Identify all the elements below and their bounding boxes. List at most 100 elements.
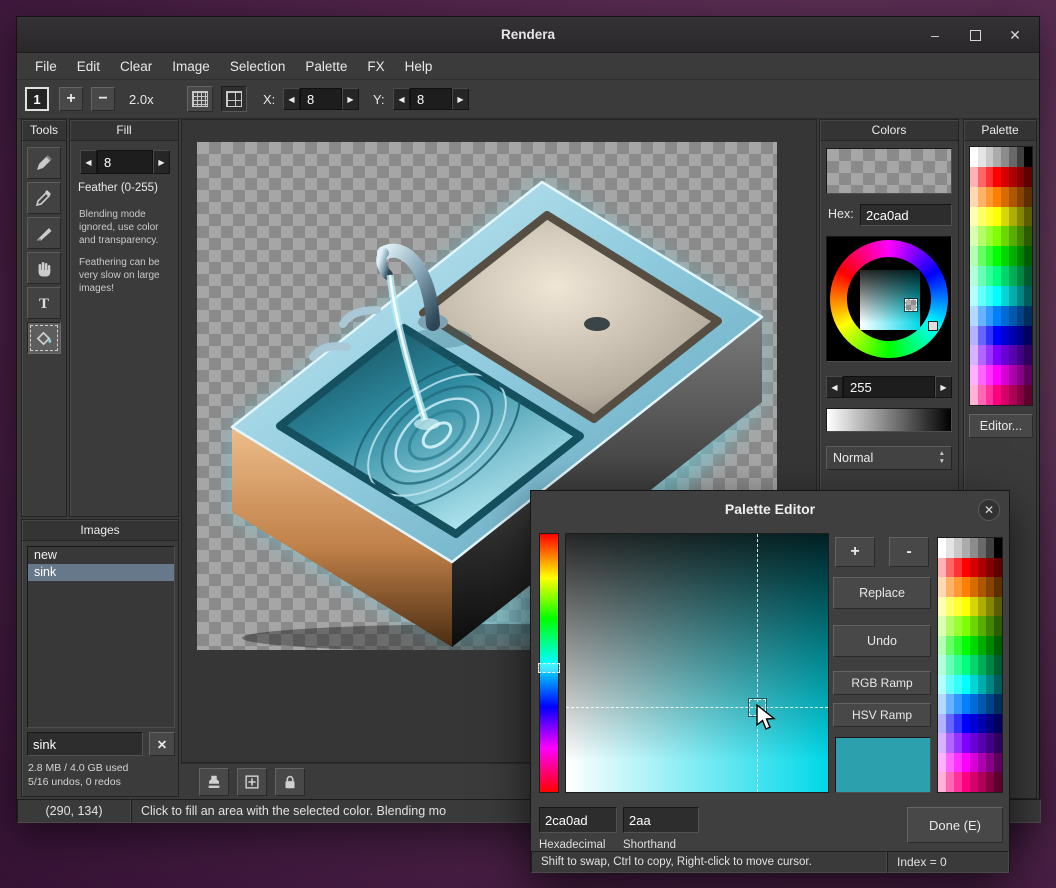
palette-swatch[interactable] xyxy=(970,675,978,695)
palette-swatch[interactable] xyxy=(993,385,1001,405)
palette-swatch[interactable] xyxy=(970,226,978,246)
palette-swatch[interactable] xyxy=(1001,187,1009,207)
palette-add-button[interactable]: + xyxy=(835,537,875,567)
palette-swatch[interactable] xyxy=(946,694,954,714)
palette-swatch[interactable] xyxy=(986,733,994,753)
palette-swatch[interactable] xyxy=(1024,147,1032,167)
palette-swatch[interactable] xyxy=(1001,306,1009,326)
palette-swatch[interactable] xyxy=(994,772,1002,792)
palette-swatch[interactable] xyxy=(938,558,946,578)
grid-y-decrement-button[interactable]: ◀ xyxy=(393,88,410,110)
palette-swatch[interactable] xyxy=(938,577,946,597)
palette-swatch[interactable] xyxy=(993,226,1001,246)
palette-grid[interactable] xyxy=(969,146,1033,406)
palette-swatch[interactable] xyxy=(1009,365,1017,385)
palette-swatch[interactable] xyxy=(986,577,994,597)
titlebar[interactable]: Rendera – ✕ xyxy=(17,17,1039,53)
palette-swatch[interactable] xyxy=(970,753,978,773)
origin-button[interactable] xyxy=(237,768,267,796)
palette-swatch[interactable] xyxy=(1024,226,1032,246)
palette-swatch[interactable] xyxy=(962,558,970,578)
palette-swatch[interactable] xyxy=(954,538,962,558)
dialog-palette-grid[interactable] xyxy=(937,537,1003,793)
palette-swatch[interactable] xyxy=(970,694,978,714)
palette-swatch[interactable] xyxy=(1017,306,1025,326)
image-list-item-new[interactable]: new xyxy=(28,547,174,564)
palette-swatch[interactable] xyxy=(978,655,986,675)
grid-y-increment-button[interactable]: ▶ xyxy=(452,88,469,110)
palette-swatch[interactable] xyxy=(1009,385,1017,405)
palette-swatch[interactable] xyxy=(994,636,1002,656)
palette-swatch[interactable] xyxy=(1001,207,1009,227)
palette-swatch[interactable] xyxy=(986,597,994,617)
palette-swatch[interactable] xyxy=(978,226,986,246)
palette-swatch[interactable] xyxy=(954,636,962,656)
blend-mode-dropdown[interactable]: Normal ▲▼ xyxy=(826,446,952,470)
palette-swatch[interactable] xyxy=(986,675,994,695)
palette-swatch[interactable] xyxy=(938,714,946,734)
palette-swatch[interactable] xyxy=(978,246,986,266)
palette-swatch[interactable] xyxy=(938,694,946,714)
palette-swatch[interactable] xyxy=(954,558,962,578)
palette-swatch[interactable] xyxy=(1024,246,1032,266)
tool-fill-button[interactable] xyxy=(27,322,61,354)
palette-swatch[interactable] xyxy=(978,714,986,734)
palette-swatch[interactable] xyxy=(970,714,978,734)
palette-swatch[interactable] xyxy=(970,733,978,753)
palette-swatch[interactable] xyxy=(946,714,954,734)
palette-swatch[interactable] xyxy=(978,385,986,405)
palette-swatch[interactable] xyxy=(1009,326,1017,346)
palette-swatch[interactable] xyxy=(938,675,946,695)
palette-swatch[interactable] xyxy=(962,655,970,675)
palette-swatch[interactable] xyxy=(954,616,962,636)
palette-swatch[interactable] xyxy=(970,538,978,558)
palette-swatch[interactable] xyxy=(1001,286,1009,306)
dialog-hex-input[interactable] xyxy=(539,807,617,833)
grid-y-value[interactable]: 8 xyxy=(410,88,452,110)
palette-swatch[interactable] xyxy=(978,753,986,773)
feather-increment-button[interactable]: ▶ xyxy=(153,150,170,174)
palette-swatch[interactable] xyxy=(1024,207,1032,227)
hue-slider-marker[interactable] xyxy=(538,663,560,673)
palette-swatch[interactable] xyxy=(1001,147,1009,167)
palette-swatch[interactable] xyxy=(994,616,1002,636)
palette-swatch[interactable] xyxy=(986,286,994,306)
palette-swatch[interactable] xyxy=(1017,167,1025,187)
palette-swatch[interactable] xyxy=(986,246,994,266)
palette-swatch[interactable] xyxy=(1001,345,1009,365)
palette-swatch[interactable] xyxy=(986,345,994,365)
palette-swatch[interactable] xyxy=(970,655,978,675)
palette-swatch[interactable] xyxy=(962,577,970,597)
images-list[interactable]: new sink xyxy=(27,546,175,728)
palette-swatch[interactable] xyxy=(978,266,986,286)
palette-swatch[interactable] xyxy=(1001,365,1009,385)
alpha-increment-button[interactable]: ▶ xyxy=(935,376,952,398)
menu-clear[interactable]: Clear xyxy=(110,56,162,77)
menu-fx[interactable]: FX xyxy=(357,56,394,77)
palette-swatch[interactable] xyxy=(954,694,962,714)
palette-swatch[interactable] xyxy=(970,246,978,266)
palette-swatch[interactable] xyxy=(1009,167,1017,187)
color-wheel[interactable] xyxy=(826,236,952,362)
palette-swatch[interactable] xyxy=(978,345,986,365)
palette-swatch[interactable] xyxy=(978,733,986,753)
palette-swatch[interactable] xyxy=(1017,385,1025,405)
done-button[interactable]: Done (E) xyxy=(907,807,1003,843)
palette-swatch[interactable] xyxy=(970,558,978,578)
sv-square[interactable] xyxy=(565,533,829,793)
grid-x-value[interactable]: 8 xyxy=(300,88,342,110)
palette-undo-button[interactable]: Undo xyxy=(833,625,931,657)
palette-swatch[interactable] xyxy=(962,753,970,773)
maximize-button[interactable] xyxy=(963,23,987,47)
menu-edit[interactable]: Edit xyxy=(67,56,110,77)
palette-swatch[interactable] xyxy=(978,365,986,385)
feather-decrement-button[interactable]: ◀ xyxy=(80,150,97,174)
palette-swatch[interactable] xyxy=(1009,207,1017,227)
palette-swatch[interactable] xyxy=(986,167,994,187)
palette-swatch[interactable] xyxy=(946,577,954,597)
image-name-input[interactable] xyxy=(27,732,143,756)
palette-swatch[interactable] xyxy=(946,772,954,792)
menu-palette[interactable]: Palette xyxy=(295,56,357,77)
palette-swatch[interactable] xyxy=(1017,286,1025,306)
palette-swatch[interactable] xyxy=(986,772,994,792)
